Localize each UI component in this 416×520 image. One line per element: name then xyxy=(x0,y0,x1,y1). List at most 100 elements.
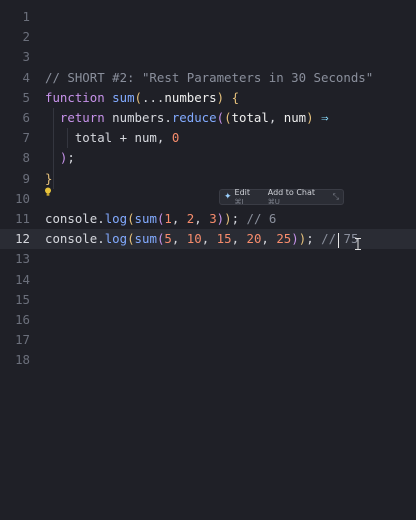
code-text: // SHORT #2: "Rest Parameters in 30 Seco… xyxy=(45,68,373,88)
indent-guide xyxy=(67,128,68,149)
code-line[interactable]: 11 console.log(sum(1, 2, 3)); // 6 xyxy=(0,209,416,229)
code-line[interactable]: 18 xyxy=(0,350,416,370)
line-number: 2 xyxy=(22,29,30,45)
code-token: , xyxy=(261,231,277,247)
code-token: 1 xyxy=(164,211,172,226)
inline-actions-menu: ✦ Edit ⌘I Add to Chat ⌘U ⤡ xyxy=(219,188,344,206)
code-editor[interactable]: 1 2 3 4// SHORT #2: "Rest Parameters in 30 … xyxy=(0,0,416,520)
code-token: log xyxy=(104,211,128,226)
code-token: return xyxy=(59,110,105,125)
code-line[interactable]: 6 return numbers.reduce((total, num) ⇒ xyxy=(0,108,416,128)
code-token: ) xyxy=(216,89,225,105)
code-token: ) xyxy=(224,211,232,226)
code-line[interactable]: 4 // SHORT #2: "Rest Parameters in 30 Sec… xyxy=(0,68,416,88)
code-text: console.log(sum(5, 10, 15, 20, 25)); // … xyxy=(45,229,358,249)
add-to-chat-button[interactable]: Add to Chat ⌘U xyxy=(268,188,328,206)
code-token: 5 xyxy=(164,231,172,247)
ibeam-cursor-icon xyxy=(355,238,361,250)
code-text: function sum(...numbers) { xyxy=(45,88,239,108)
code-line[interactable]: 17 xyxy=(0,330,416,350)
code-line[interactable]: 9} xyxy=(0,169,416,189)
code-text: console.log(sum(1, 2, 3)); // 6 xyxy=(45,209,276,229)
expand-icon[interactable]: ⤡ xyxy=(333,192,339,202)
code-line[interactable]: 10 xyxy=(0,189,416,209)
code-token: , xyxy=(171,211,187,226)
line-number: 5 xyxy=(22,89,30,105)
code-line[interactable]: 1 xyxy=(0,7,416,27)
code-token: reduce xyxy=(171,110,217,125)
code-token: } xyxy=(45,170,53,186)
edit-label: Edit xyxy=(234,188,251,197)
add-to-chat-label: Add to Chat xyxy=(267,188,316,197)
line-number: 7 xyxy=(22,130,30,146)
line-number: 13 xyxy=(15,251,30,267)
code-line[interactable]: 15 xyxy=(0,290,416,310)
line-number: 1 xyxy=(22,9,30,24)
code-text: total + num, 0 xyxy=(45,128,179,148)
code-token: numbers. xyxy=(104,110,172,125)
lightbulb-icon[interactable] xyxy=(44,187,52,197)
code-token: log xyxy=(104,231,128,247)
code-line[interactable]: 12 console.log(sum(5, 10, 15, 20, 25)); /… xyxy=(0,229,416,250)
code-token: ( xyxy=(127,231,135,247)
code-token: , xyxy=(231,231,247,247)
line-number: 12 xyxy=(15,231,30,247)
code-line[interactable]: 3 xyxy=(0,47,416,67)
code-token: 25 xyxy=(276,231,292,247)
code-token: ⇒ xyxy=(321,110,329,125)
code-token: function xyxy=(45,89,105,105)
code-line[interactable]: 7 total + num, 0 xyxy=(0,128,416,148)
code-token: ; xyxy=(306,231,322,247)
code-token: ( xyxy=(127,211,135,226)
code-token: 3 xyxy=(209,211,217,226)
code-token: console. xyxy=(45,211,105,226)
line-number: 10 xyxy=(15,190,30,206)
code-line[interactable]: 8 ); xyxy=(0,148,416,168)
code-token: ; xyxy=(67,150,75,166)
code-token: console. xyxy=(45,231,105,247)
code-text: } xyxy=(45,169,52,189)
code-token: , xyxy=(268,110,284,125)
code-token: total xyxy=(231,110,269,125)
line-number: 11 xyxy=(15,211,30,226)
code-token: ( xyxy=(224,110,232,125)
code-token: ) xyxy=(216,211,225,226)
code-token: , xyxy=(171,231,187,247)
code-token: ( xyxy=(216,110,225,125)
line-number: 14 xyxy=(15,271,30,287)
code-token: sum xyxy=(134,231,157,247)
line-number: 6 xyxy=(22,110,30,125)
code-token: // SHORT #2: "Rest Parameters in 30 Seco… xyxy=(45,69,374,85)
indent-guide xyxy=(53,108,54,189)
code-line[interactable]: 14 xyxy=(0,270,416,290)
code-token: 15 xyxy=(216,231,232,247)
line-number: 18 xyxy=(15,352,30,368)
add-to-chat-shortcut: ⌘U xyxy=(267,198,280,206)
code-token: , xyxy=(201,231,217,247)
code-token: ... xyxy=(142,89,165,105)
code-line[interactable]: 2 xyxy=(0,27,416,47)
code-line[interactable]: 5 function sum(...numbers) { xyxy=(0,88,416,108)
code-token: sum xyxy=(112,89,135,105)
line-number: 17 xyxy=(15,332,30,348)
code-token: numbers xyxy=(164,89,217,105)
code-token: 10 xyxy=(186,231,202,247)
code-line[interactable]: 16 xyxy=(0,310,416,330)
line-number: 8 xyxy=(22,150,30,166)
code-token: sum xyxy=(134,211,157,226)
edit-button[interactable]: Edit ⌘I xyxy=(235,188,261,206)
code-token: total + num, xyxy=(45,130,172,146)
sparkle-icon: ✦ xyxy=(224,192,232,202)
code-token: ( xyxy=(134,89,143,105)
code-token: , xyxy=(194,211,210,226)
code-line[interactable]: 13 xyxy=(0,249,416,269)
edit-shortcut: ⌘I xyxy=(234,198,244,206)
code-token: 0 xyxy=(171,130,180,146)
code-token: ; xyxy=(231,211,247,226)
line-number: 9 xyxy=(22,170,30,186)
line-number: 16 xyxy=(15,312,30,327)
code-token: ) xyxy=(291,231,299,247)
code-token: // 75 xyxy=(321,231,359,247)
